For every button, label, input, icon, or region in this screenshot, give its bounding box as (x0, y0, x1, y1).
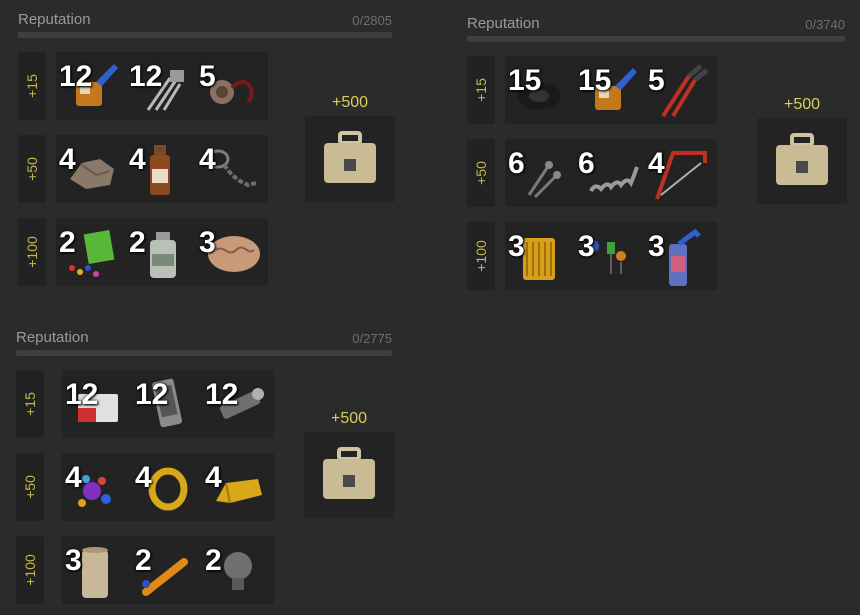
briefcase-icon[interactable] (304, 432, 394, 518)
reputation-title: Reputation (467, 15, 540, 32)
gem-cluster-icon[interactable]: 4 (62, 453, 132, 521)
reputation-panel-2: Reputation 0/3740 +15 15 15 5 +50 6 6 4 … (467, 14, 847, 294)
tier-label: +15 (467, 56, 495, 124)
item-qty: 4 (135, 461, 152, 494)
vial-icon[interactable]: 2 (126, 218, 196, 286)
briefcase-icon[interactable] (757, 118, 847, 204)
item-qty: 4 (59, 143, 76, 176)
reputation-panel-1: Reputation 0/2805 +15 12 12 5 +50 4 4 4 … (18, 10, 395, 290)
item-qty: 2 (129, 226, 146, 259)
item-qty: 2 (205, 544, 222, 577)
tier-label: +100 (16, 536, 44, 604)
paper-scroll-icon[interactable]: 3 (62, 536, 132, 604)
item-qty: 15 (578, 64, 612, 97)
item-qty: 3 (199, 226, 216, 259)
gold-bar-icon[interactable]: 4 (202, 453, 272, 521)
item-qty: 3 (508, 230, 525, 263)
reputation-header: Reputation 0/2805 (18, 10, 392, 40)
item-qty: 6 (508, 147, 525, 180)
item-qty: 12 (59, 60, 93, 93)
reward: +500 (757, 96, 847, 208)
reward-value: +500 (783, 96, 821, 113)
reputation-progress-bar (16, 350, 392, 356)
item-qty: 4 (648, 147, 665, 180)
item-qty: 4 (129, 143, 146, 176)
spray-can-icon[interactable]: 3 (645, 222, 715, 290)
item-qty: 2 (59, 226, 76, 259)
item-qty: 12 (65, 378, 99, 411)
reputation-count: 0/2805 (352, 13, 392, 28)
tier-items: 15 15 5 (505, 56, 717, 124)
reputation-panel-3: Reputation 0/2775 +15 12 12 12 +50 4 4 4… (16, 328, 394, 610)
tier-items: 6 6 4 (505, 139, 717, 207)
electronic-parts-icon[interactable]: 3 (575, 222, 645, 290)
hacksaw-icon[interactable]: 4 (645, 139, 715, 207)
tier-label: +50 (16, 453, 44, 521)
chain-icon[interactable]: 4 (196, 135, 266, 203)
reward-value: +500 (331, 94, 369, 111)
rock-ore-icon[interactable]: 4 (56, 135, 126, 203)
brain-icon[interactable]: 3 (196, 218, 266, 286)
tier-label: +15 (16, 370, 44, 438)
reputation-progress-bar (467, 36, 845, 42)
item-qty: 12 (135, 378, 169, 411)
item-qty: 15 (508, 64, 542, 97)
super-glue-icon[interactable]: 15 (575, 56, 645, 124)
light-bulb-icon[interactable]: 2 (202, 536, 272, 604)
item-qty: 4 (205, 461, 222, 494)
reward: +500 (304, 410, 394, 522)
gold-ring-icon[interactable]: 4 (132, 453, 202, 521)
tier-items: 12 12 12 (62, 370, 274, 438)
briefcase-icon[interactable] (305, 116, 395, 202)
reputation-title: Reputation (18, 11, 91, 28)
reward-value: +500 (330, 410, 368, 427)
pliers-icon[interactable]: 5 (645, 56, 715, 124)
filter-icon[interactable]: 3 (505, 222, 575, 290)
item-qty: 12 (205, 378, 239, 411)
pills-pack-icon[interactable]: 2 (56, 218, 126, 286)
nails-icon[interactable]: 6 (505, 139, 575, 207)
tier-items: 2 2 3 (56, 218, 268, 286)
tier-items: 3 3 3 (505, 222, 717, 290)
item-qty: 2 (135, 544, 152, 577)
item-qty: 5 (648, 64, 665, 97)
marker-icon[interactable]: 2 (132, 536, 202, 604)
item-qty: 3 (578, 230, 595, 263)
tier-items: 4 4 4 (56, 135, 268, 203)
tier-items: 4 4 4 (62, 453, 274, 521)
tier-label: +15 (18, 52, 46, 120)
reputation-progress-bar (18, 32, 392, 38)
medicine-bottle-icon[interactable]: 4 (126, 135, 196, 203)
item-qty: 4 (199, 143, 216, 176)
tier-label: +50 (18, 135, 46, 203)
wire-cutter-icon[interactable]: 12 (126, 52, 196, 120)
item-qty: 4 (65, 461, 82, 494)
tier-items: 3 2 2 (62, 536, 274, 604)
tier-label: +100 (467, 222, 495, 290)
reputation-header: Reputation 0/2775 (16, 328, 392, 358)
tape-roll-icon[interactable]: 15 (505, 56, 575, 124)
power-cord-icon[interactable]: 5 (196, 52, 266, 120)
reputation-header: Reputation 0/3740 (467, 14, 845, 44)
super-glue-icon[interactable]: 12 (56, 52, 126, 120)
item-qty: 3 (65, 544, 82, 577)
flashlight-icon[interactable]: 12 (202, 370, 272, 438)
tier-label: +100 (18, 218, 46, 286)
reputation-count: 0/2775 (352, 331, 392, 346)
item-qty: 3 (648, 230, 665, 263)
phone-icon[interactable]: 12 (132, 370, 202, 438)
spring-icon[interactable]: 6 (575, 139, 645, 207)
tier-items: 12 12 5 (56, 52, 268, 120)
reward: +500 (305, 94, 395, 204)
item-qty: 5 (199, 60, 216, 93)
reputation-count: 0/3740 (805, 17, 845, 32)
cigarette-pack-icon[interactable]: 12 (62, 370, 132, 438)
reputation-title: Reputation (16, 329, 89, 346)
item-qty: 6 (578, 147, 595, 180)
item-qty: 12 (129, 60, 163, 93)
tier-label: +50 (467, 139, 495, 207)
